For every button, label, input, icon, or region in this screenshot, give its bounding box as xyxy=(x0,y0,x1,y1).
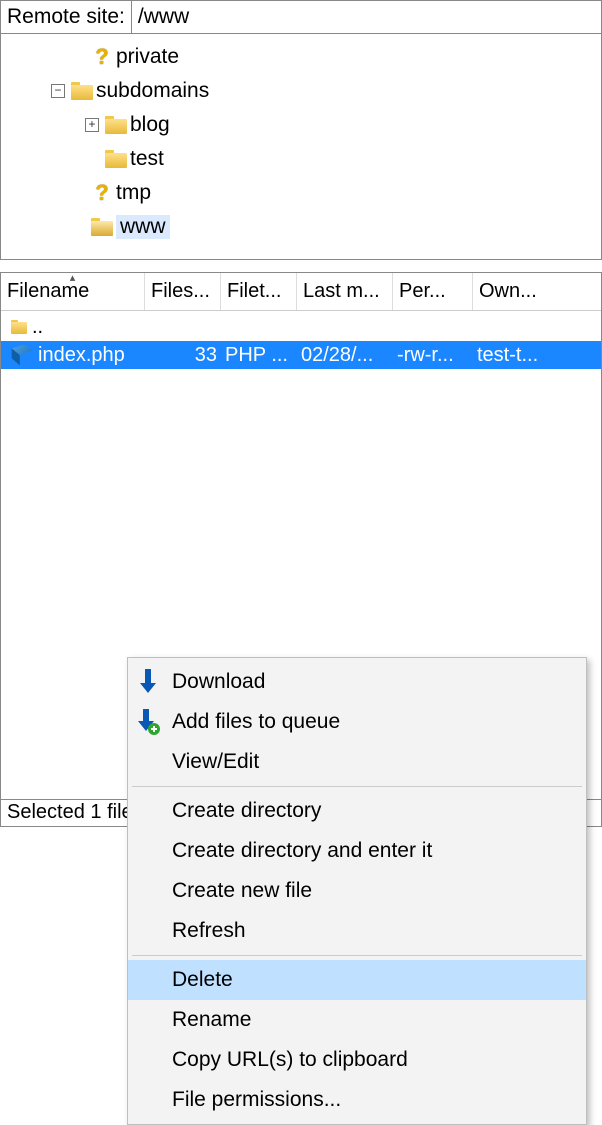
collapse-icon[interactable]: − xyxy=(51,84,65,98)
menu-item-copy-urls[interactable]: Copy URL(s) to clipboard xyxy=(128,1040,586,1080)
tree-item-www[interactable]: www xyxy=(1,210,601,244)
file-list-header: ▴ Filename Files... Filet... Last m... P… xyxy=(1,273,601,311)
folder-icon xyxy=(71,82,93,100)
tree-item-subdomains[interactable]: − subdomains xyxy=(1,74,601,108)
folder-up-icon xyxy=(11,320,27,334)
table-row[interactable]: index.php 33PHP ...02/28/...-rw-r...test-… xyxy=(1,341,601,369)
sort-asc-icon: ▴ xyxy=(70,273,76,284)
column-permissions[interactable]: Per... xyxy=(393,273,473,310)
cell-owner: test-t... xyxy=(473,344,573,367)
column-filename[interactable]: ▴ Filename xyxy=(1,273,145,310)
menu-item-refresh[interactable]: Refresh xyxy=(128,911,586,951)
unknown-folder-icon: ? xyxy=(91,46,113,68)
menu-item-label: Add files to queue xyxy=(172,710,340,734)
tree-item-blog[interactable]: + blog xyxy=(1,108,601,142)
menu-item-label: Create directory and enter it xyxy=(172,839,432,863)
menu-item-rename[interactable]: Rename xyxy=(128,1000,586,1040)
menu-item-add-queue[interactable]: Add files to queue xyxy=(128,702,586,742)
remote-site-bar: Remote site: xyxy=(0,0,602,34)
menu-item-label: File permissions... xyxy=(172,1088,341,1112)
tree-item-label: test xyxy=(130,147,164,171)
menu-item-label: Rename xyxy=(172,1008,251,1032)
menu-separator xyxy=(132,786,582,787)
menu-item-label: View/Edit xyxy=(172,750,259,774)
menu-item-create-dir-enter[interactable]: Create directory and enter it xyxy=(128,831,586,871)
remote-site-label: Remote site: xyxy=(1,1,132,33)
cell-permissions: -rw-r... xyxy=(393,344,473,367)
remote-path-input[interactable] xyxy=(132,1,601,33)
menu-item-label: Refresh xyxy=(172,919,246,943)
unknown-folder-icon: ? xyxy=(91,182,113,204)
tree-item-test[interactable]: test xyxy=(1,142,601,176)
menu-item-label: Download xyxy=(172,670,265,694)
menu-item-label: Create directory xyxy=(172,799,321,823)
menu-item-view-edit[interactable]: View/Edit xyxy=(128,742,586,782)
remote-tree[interactable]: ?private−subdomains+blogtest?tmpwww xyxy=(0,34,602,260)
cell-modified: 02/28/... xyxy=(297,344,393,367)
column-modified[interactable]: Last m... xyxy=(297,273,393,310)
menu-item-label: Delete xyxy=(172,968,233,992)
column-owner[interactable]: Own... xyxy=(473,273,573,310)
cell-type: PHP ... xyxy=(221,344,297,367)
context-menu: Download Add files to queue View/Edit Creat… xyxy=(127,657,587,1125)
menu-item-file-perms[interactable]: File permissions... xyxy=(128,1080,586,1120)
column-filename-label: Filename xyxy=(7,280,89,303)
parent-directory-label: .. xyxy=(32,316,43,339)
download-icon xyxy=(134,669,162,695)
menu-item-create-file[interactable]: Create new file xyxy=(128,871,586,911)
folder-icon xyxy=(105,150,127,168)
php-file-icon xyxy=(11,344,33,366)
queue-icon xyxy=(134,709,162,735)
tree-item-label: www xyxy=(116,215,170,239)
column-filesize[interactable]: Files... xyxy=(145,273,221,310)
expand-icon[interactable]: + xyxy=(85,118,99,132)
tree-item-label: subdomains xyxy=(96,79,209,103)
menu-item-label: Create new file xyxy=(172,879,312,903)
menu-separator xyxy=(132,955,582,956)
tree-item-private[interactable]: ?private xyxy=(1,40,601,74)
tree-item-label: tmp xyxy=(116,181,151,205)
tree-item-tmp[interactable]: ?tmp xyxy=(1,176,601,210)
folder-icon xyxy=(105,116,127,134)
remote-file-list[interactable]: ▴ Filename Files... Filet... Last m... P… xyxy=(0,272,602,800)
file-name: index.php xyxy=(38,344,125,367)
tree-item-label: blog xyxy=(130,113,170,137)
tree-item-label: private xyxy=(116,45,179,69)
menu-item-download[interactable]: Download xyxy=(128,662,586,702)
menu-item-label: Copy URL(s) to clipboard xyxy=(172,1048,408,1072)
parent-directory-row[interactable]: .. xyxy=(1,313,601,341)
menu-item-delete[interactable]: Delete xyxy=(128,960,586,1000)
folder-icon xyxy=(91,218,113,236)
column-filetype[interactable]: Filet... xyxy=(221,273,297,310)
menu-item-create-dir[interactable]: Create directory xyxy=(128,791,586,831)
cell-size: 33 xyxy=(145,344,221,367)
